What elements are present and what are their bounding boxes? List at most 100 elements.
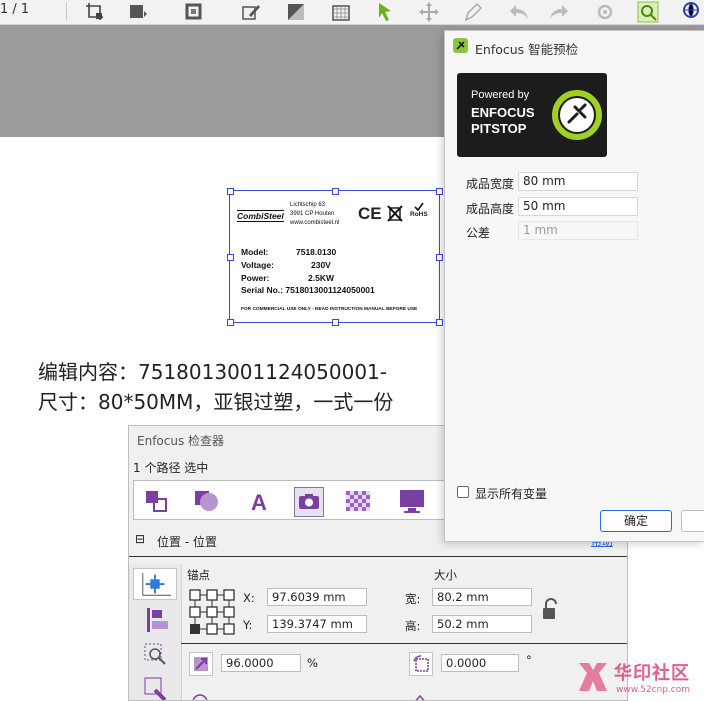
flip-icon[interactable]: [191, 692, 209, 701]
label-artwork[interactable]: CombiSteel Lichtschip 63 3991 CP Houten …: [227, 188, 443, 326]
svg-text:A: A: [251, 490, 267, 515]
scale-unit: %: [307, 656, 318, 670]
skew-icon[interactable]: [411, 692, 429, 701]
show-all-variables-label: 显示所有变量: [475, 487, 548, 501]
fill-category-icon[interactable]: [192, 487, 220, 515]
position-mode-icon[interactable]: [133, 568, 177, 600]
unlock-icon[interactable]: [541, 598, 559, 622]
selection-handle[interactable]: [227, 319, 234, 326]
selection-handle[interactable]: [227, 188, 234, 195]
y-label: Y:: [243, 618, 253, 632]
address-line: 3991 CP Houten: [290, 211, 335, 217]
finished-width-label: 成品宽度: [466, 177, 515, 191]
inspector-category-bar: A: [133, 480, 445, 520]
width-field[interactable]: 80.2 mm: [432, 588, 532, 606]
rotate-icon[interactable]: [409, 652, 433, 676]
size-label: 大小: [434, 568, 457, 582]
convert-icon[interactable]: [285, 1, 307, 23]
ce-mark: CE: [358, 204, 382, 223]
logo-pitstop: PITSTOP: [471, 121, 527, 136]
finished-width-input[interactable]: 80 mm: [518, 172, 638, 191]
select-arrow-icon[interactable]: [374, 1, 396, 23]
selection-handle[interactable]: [436, 319, 443, 326]
row-divider: [181, 643, 627, 644]
label-value: 230V: [311, 260, 331, 270]
toolbar-divider: [66, 2, 67, 20]
anchor-grid[interactable]: [187, 587, 237, 637]
scale-field[interactable]: 96.0000: [221, 654, 301, 672]
site-watermark: 华印社区 www.52cnp.com: [576, 655, 704, 701]
address-line: www.combisteel.nl: [290, 220, 340, 226]
align-mode-icon[interactable]: [133, 604, 177, 636]
label-key: Model:: [241, 247, 269, 257]
transparency-category-icon[interactable]: [344, 487, 372, 515]
selection-handle[interactable]: [227, 254, 234, 261]
rotate-unit: °: [526, 653, 532, 667]
stroke-icon[interactable]: [184, 1, 206, 23]
rotate-field[interactable]: 0.0000: [441, 654, 519, 672]
redo-icon[interactable]: [548, 1, 570, 23]
pitstop-tools-icon: [552, 90, 602, 140]
selection-handle[interactable]: [332, 188, 339, 195]
globe-icon[interactable]: [680, 1, 702, 23]
section-divider: [129, 556, 627, 557]
ok-button[interactable]: 确定: [600, 510, 672, 532]
width-label: 宽:: [405, 592, 421, 606]
label-key: Power:: [241, 273, 270, 283]
watermark-logo-icon: [579, 663, 607, 691]
crop-icon[interactable]: [84, 1, 106, 23]
collapse-icon[interactable]: ⊟: [135, 532, 145, 546]
watermark-url: www.52cnp.com: [616, 685, 691, 695]
tolerance-label: 公差: [466, 226, 491, 240]
selection-handle[interactable]: [436, 188, 443, 195]
pitstop-logo: Powered by ENFOCUS PITSTOP: [457, 73, 607, 157]
move-icon[interactable]: [418, 1, 440, 23]
logo-powered-by: Powered by: [471, 89, 530, 101]
pen-icon[interactable]: [462, 1, 484, 23]
inspector-title: Enfocus 检查器: [137, 434, 225, 448]
transparency-icon[interactable]: [330, 1, 352, 23]
dialog-title: Enfocus 智能预检: [475, 42, 579, 57]
zoom-icon[interactable]: [637, 1, 659, 23]
main-toolbar: 1 / 1: [0, 0, 704, 25]
watermark-site-name: 华印社区: [614, 663, 690, 684]
edit-content-line: 编辑内容：7518013001124050001-: [38, 360, 387, 384]
pen-edit-icon[interactable]: [240, 1, 262, 23]
label-key: Voltage:: [241, 260, 274, 270]
fill-icon[interactable]: [127, 1, 149, 23]
check-icon: [414, 202, 424, 211]
preflight-dialog: Enfocus 智能预检 Powered by ENFOCUS PITSTOP …: [444, 30, 704, 542]
label-value: 2.5KW: [308, 273, 334, 283]
text-category-icon[interactable]: A: [246, 487, 274, 515]
logo-enfocus: ENFOCUS: [471, 105, 535, 120]
edit-mode-icon[interactable]: [133, 672, 177, 701]
height-field[interactable]: 50.2 mm: [432, 615, 532, 633]
enfocus-app-icon: [453, 38, 468, 53]
settings-icon[interactable]: [594, 1, 616, 23]
image-category-icon[interactable]: [294, 487, 324, 517]
address-line: Lichtschip 63: [290, 202, 326, 208]
section-title: 位置 - 位置: [157, 535, 217, 549]
undo-icon[interactable]: [508, 1, 530, 23]
show-all-variables-checkbox[interactable]: [457, 486, 469, 498]
position-category-icon[interactable]: [142, 487, 170, 515]
finished-height-label: 成品高度: [466, 202, 515, 216]
serial-number: Serial No.: 7518013001124050001: [241, 285, 375, 295]
label-value: 7518.0130: [296, 247, 337, 257]
rohs-mark: RoHS: [410, 211, 428, 218]
label-footer: FOR COMMERCIAL USE ONLY - READ INSTRUCTI…: [241, 307, 418, 312]
x-position-field[interactable]: 97.6039 mm: [267, 588, 367, 606]
output-category-icon[interactable]: [398, 487, 426, 515]
scale-icon[interactable]: [189, 652, 213, 676]
cancel-button[interactable]: [681, 510, 704, 532]
weee-bin-icon: [387, 205, 403, 222]
selection-handle[interactable]: [436, 254, 443, 261]
height-label: 高:: [405, 619, 421, 633]
finished-height-input[interactable]: 50 mm: [518, 197, 638, 216]
anchor-label: 锚点: [187, 568, 210, 582]
y-position-field[interactable]: 139.3747 mm: [267, 615, 367, 633]
tolerance-input[interactable]: 1 mm: [518, 221, 638, 240]
size-spec-line: 尺寸：80*50MM，亚银过塑，一式一份: [38, 390, 394, 414]
zoom-fit-mode-icon[interactable]: [133, 638, 177, 670]
selection-handle[interactable]: [332, 319, 339, 326]
